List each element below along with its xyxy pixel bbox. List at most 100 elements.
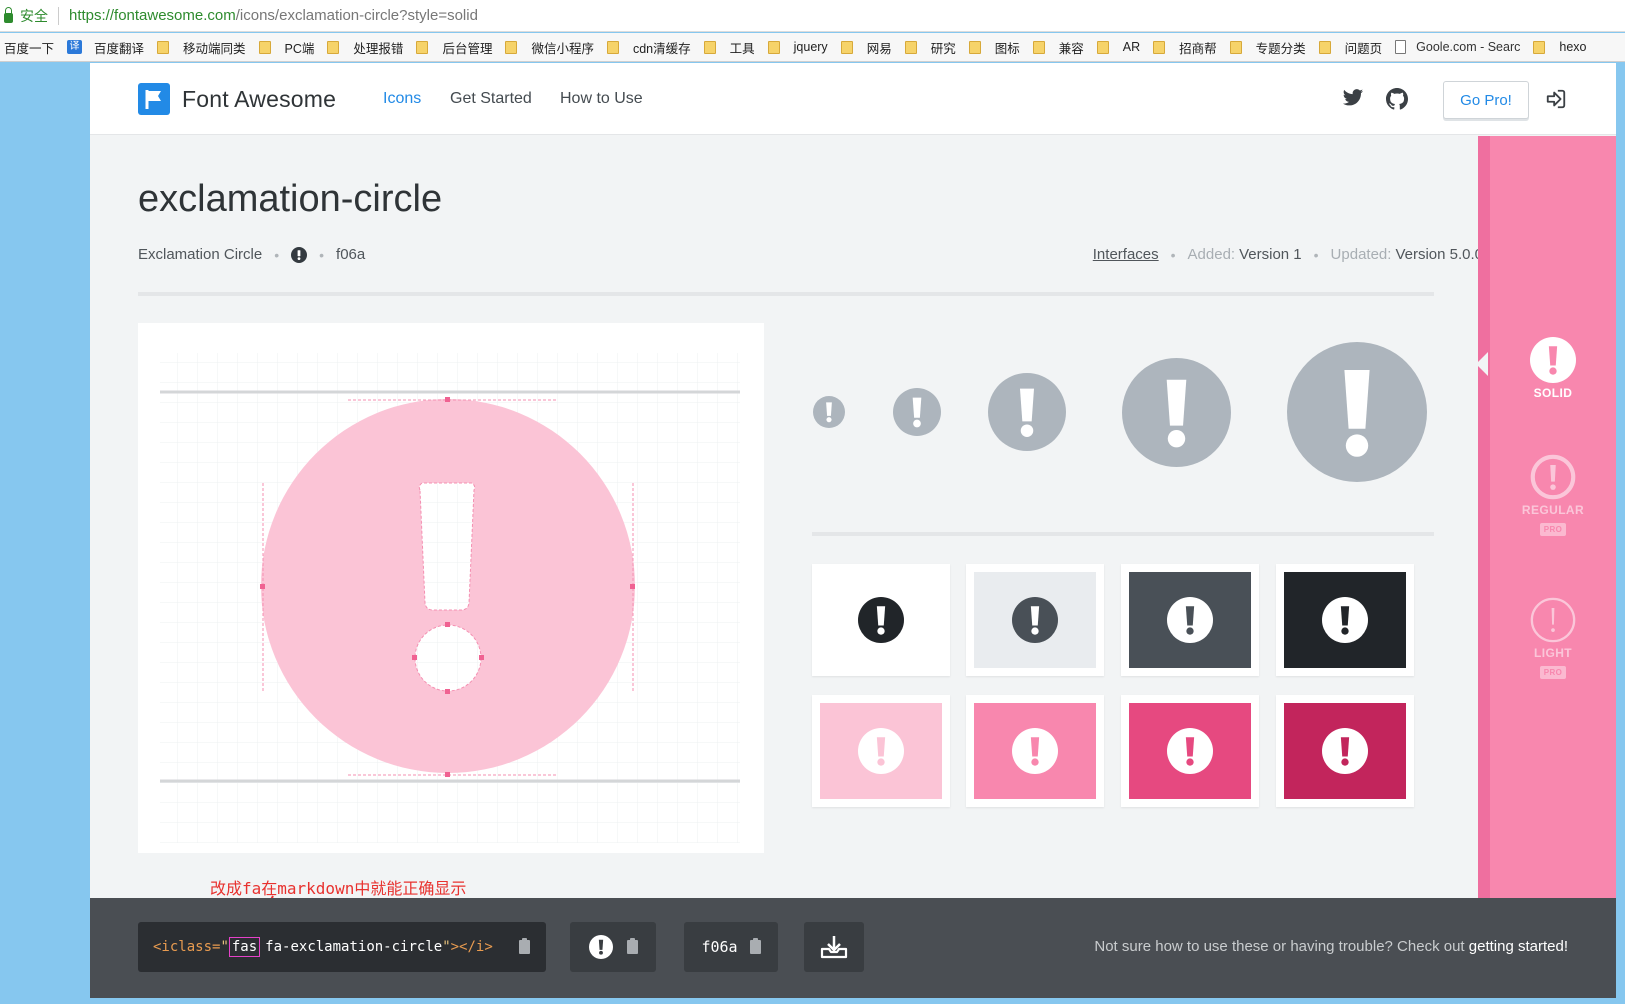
style-sidebar xyxy=(1478,136,1616,998)
bookmark-folder[interactable]: 研究 xyxy=(904,38,956,57)
brand-name[interactable]: Font Awesome xyxy=(182,86,336,113)
folder-icon xyxy=(1096,40,1109,54)
bookmark-folder[interactable]: 专题分类 xyxy=(1229,38,1306,57)
updated-label: Updated: xyxy=(1330,246,1392,263)
folder-icon xyxy=(968,40,981,54)
bookmark-folder[interactable]: cdn清缓存 xyxy=(606,38,691,57)
style-option-solid[interactable]: SOLID xyxy=(1490,337,1616,400)
bookmark-folder[interactable]: 招商帮 xyxy=(1153,38,1217,57)
bookmark-folder[interactable]: 图标 xyxy=(968,38,1020,57)
bookmark-folder[interactable]: 移动端同类 xyxy=(157,38,246,57)
exclamation-circle-icon xyxy=(1167,728,1213,774)
icon-grid-preview xyxy=(138,323,764,853)
sign-in-icon[interactable] xyxy=(1545,88,1567,115)
color-swatch[interactable] xyxy=(1121,564,1259,676)
icon-unicode: f06a xyxy=(336,246,366,263)
code-fas-highlight: fas xyxy=(228,937,261,957)
color-swatch[interactable] xyxy=(966,695,1104,807)
exclamation-circle-icon xyxy=(291,246,308,263)
exclamation-circle-icon xyxy=(1012,728,1058,774)
pro-badge: PRO xyxy=(1539,523,1567,536)
folder-icon xyxy=(767,40,780,54)
bookmark-baidu[interactable]: 百度一下 xyxy=(4,38,54,57)
color-swatch[interactable] xyxy=(812,695,950,807)
style-option-regular[interactable]: REGULAR PRO xyxy=(1490,454,1616,536)
folder-icon xyxy=(1229,40,1242,54)
updated-value: Version 5.0.0 xyxy=(1395,246,1483,263)
code-quote: " xyxy=(442,939,451,955)
swatch-preview xyxy=(974,703,1096,799)
folder-icon xyxy=(157,40,170,54)
bookmark-folder[interactable]: 后台管理 xyxy=(416,38,492,57)
exclamation-circle-icon xyxy=(893,388,941,436)
category-link[interactable]: Interfaces xyxy=(1093,246,1159,263)
footer-bar: <i class= " fas fa-exclamation-circle " ></i>… xyxy=(90,898,1616,998)
icon-version-meta: Interfaces • Added: Version 1 • Updated:… xyxy=(1093,246,1483,263)
bookmark-folder[interactable]: 微信小程序 xyxy=(505,38,594,57)
color-swatch[interactable] xyxy=(1121,695,1259,807)
page-icon xyxy=(1395,40,1407,54)
html-snippet[interactable]: <i class= " fas fa-exclamation-circle " ></i> xyxy=(138,922,546,972)
download-svg-button[interactable] xyxy=(804,922,864,972)
bookmark-folder[interactable]: 兼容 xyxy=(1032,38,1084,57)
swatch-preview xyxy=(1129,572,1251,668)
exclamation-circle-light-icon xyxy=(1530,597,1576,643)
pro-badge: PRO xyxy=(1539,666,1567,679)
annotation-note: 改成fa在markdown中就能正确显示 xyxy=(210,879,467,898)
exclamation-circle-icon xyxy=(1322,728,1368,774)
copy-clipboard-icon[interactable] xyxy=(519,938,530,954)
copy-clipboard-icon xyxy=(749,938,761,954)
page-title: exclamation-circle xyxy=(138,178,443,220)
exclamation-circle-icon xyxy=(1122,358,1231,467)
navbar: Font Awesome Icons Get Started How to Us… xyxy=(90,63,1616,135)
translate-icon: 译 xyxy=(67,40,83,54)
bookmark-folder[interactable]: jquery xyxy=(767,40,828,54)
exclamation-circle-icon xyxy=(1167,597,1213,643)
nav-link-get-started[interactable]: Get Started xyxy=(450,90,532,108)
folder-icon xyxy=(606,40,619,54)
swatch-preview xyxy=(1129,703,1251,799)
bookmark-baidu-translate[interactable]: 译百度翻译 xyxy=(67,38,144,57)
bookmark-folder[interactable]: hexo xyxy=(1533,40,1587,54)
bookmark-folder[interactable]: 问题页 xyxy=(1318,38,1382,57)
exclamation-circle-icon xyxy=(1287,342,1427,482)
bookmark-page[interactable]: Goole.com - Searc xyxy=(1395,40,1520,54)
exclamation-circle-icon xyxy=(988,373,1066,451)
address-bar[interactable]: 安全 https://fontawesome.com/icons/exclama… xyxy=(0,0,1625,32)
swatch-preview xyxy=(1284,572,1406,668)
color-swatch[interactable] xyxy=(966,564,1104,676)
download-icon xyxy=(820,936,848,959)
code-classname: fa-exclamation-circle xyxy=(265,939,443,955)
code-open-tag: <i xyxy=(153,939,170,955)
exclamation-circle-icon xyxy=(1322,597,1368,643)
style-option-light[interactable]: LIGHT PRO xyxy=(1490,597,1616,679)
github-icon[interactable] xyxy=(1385,87,1409,116)
color-swatch[interactable] xyxy=(1276,564,1414,676)
twitter-icon[interactable] xyxy=(1342,88,1364,113)
getting-started-link[interactable]: getting started xyxy=(1469,938,1564,955)
color-swatch[interactable] xyxy=(1276,695,1414,807)
bookmark-folder[interactable]: 处理报错 xyxy=(327,38,403,57)
secure-label: 安全 xyxy=(20,7,48,24)
bookmark-folder[interactable]: PC端 xyxy=(258,38,314,57)
help-text: Not sure how to use these or having trou… xyxy=(1094,938,1568,955)
folder-icon xyxy=(904,40,917,54)
bookmark-folder[interactable]: 工具 xyxy=(703,38,755,57)
swatch-preview xyxy=(820,703,942,799)
copy-glyph-button[interactable] xyxy=(570,922,656,972)
flag-logo-icon[interactable] xyxy=(138,83,170,115)
color-swatch[interactable] xyxy=(812,564,950,676)
exclamation-circle-icon xyxy=(1530,337,1576,383)
bookmark-folder[interactable]: 网易 xyxy=(840,38,892,57)
nav-link-how-to-use[interactable]: How to Use xyxy=(560,90,643,108)
copy-unicode-button[interactable]: f06a xyxy=(684,922,778,972)
exclamation-circle-construction-icon xyxy=(160,353,740,843)
folder-icon xyxy=(1533,40,1546,54)
nav-link-icons[interactable]: Icons xyxy=(383,90,421,108)
divider xyxy=(58,6,59,25)
style-label-solid: SOLID xyxy=(1533,386,1573,400)
url-path: /icons/exclamation-circle?style=solid xyxy=(235,7,478,24)
go-pro-button[interactable]: Go Pro! xyxy=(1443,81,1529,119)
bookmark-folder[interactable]: AR xyxy=(1096,40,1140,54)
exclamation-circle-outline-icon xyxy=(1530,454,1576,500)
